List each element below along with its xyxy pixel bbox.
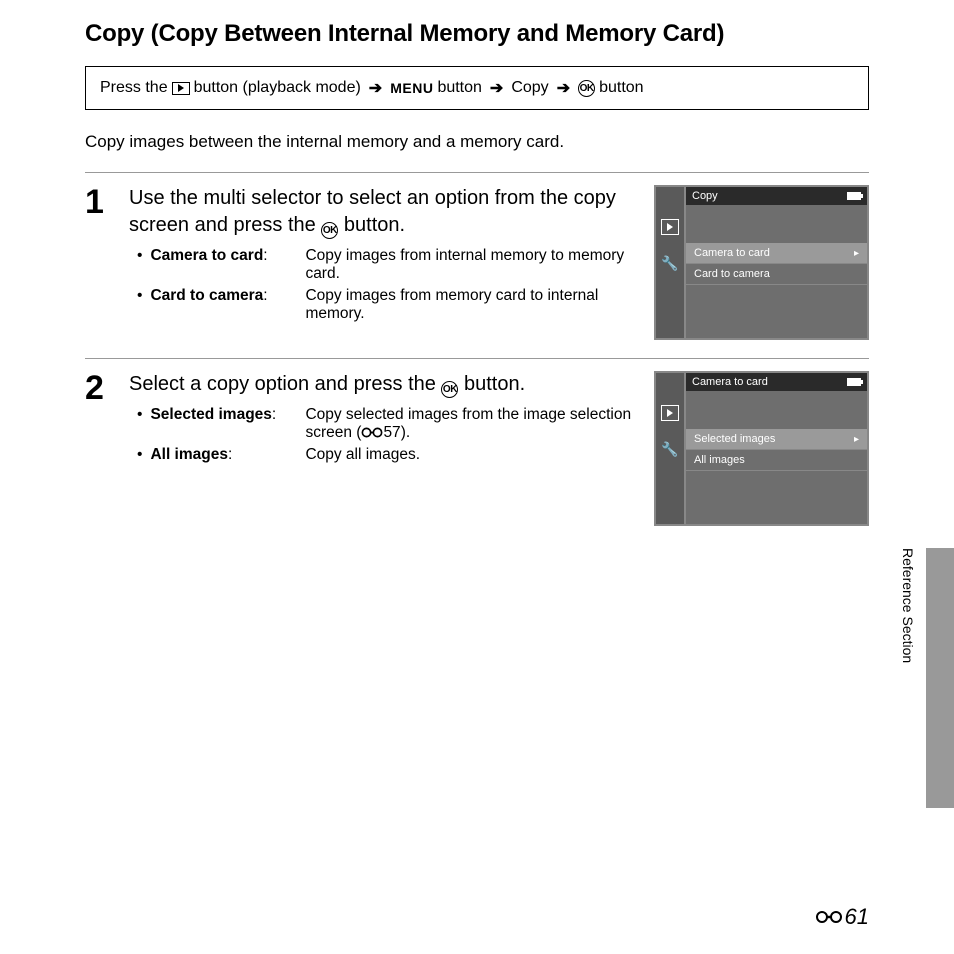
option-desc: Copy selected images from the image sele… — [305, 406, 631, 441]
ok-icon: OK — [321, 222, 338, 239]
option-desc: Copy images from memory card to internal… — [305, 287, 598, 322]
nav-text: button (playback mode) — [194, 79, 361, 97]
option-desc: Copy all images. — [305, 446, 420, 463]
option-ref: 57 — [383, 424, 400, 441]
step-block: 1 Use the multi selector to select an op… — [85, 172, 869, 358]
step-number: 2 — [85, 371, 109, 405]
step-title-text: Select a copy option and press the — [129, 373, 441, 395]
playback-mode-icon — [661, 405, 679, 421]
list-item: All images: Copy all images. — [137, 446, 634, 464]
option-label: Card to camera — [150, 287, 263, 305]
option-label: All images — [150, 446, 228, 464]
screen-menu-item: Camera to card ▸ — [686, 243, 867, 264]
link-icon — [815, 910, 843, 924]
list-item: Selected images: Copy selected images fr… — [137, 406, 634, 442]
navigation-path-box: Press the button (playback mode) ➔ MENU … — [85, 66, 869, 110]
screen-item-label: Selected images — [694, 433, 775, 445]
page-title: Copy (Copy Between Internal Memory and M… — [85, 20, 869, 48]
screen-header: Copy — [686, 187, 867, 205]
screen-menu-item: Card to camera — [686, 264, 867, 285]
screen-item-label: Card to camera — [694, 268, 770, 280]
screen-menu-item: Selected images ▸ — [686, 429, 867, 450]
wrench-icon: 🔧 — [661, 255, 679, 271]
screen-sidebar: 🔧 — [656, 373, 684, 524]
step-title: Select a copy option and press the OK bu… — [129, 371, 634, 398]
arrow-icon: ➔ — [369, 78, 382, 98]
page-number-text: 61 — [845, 904, 869, 930]
step-title-text: button. — [458, 373, 525, 395]
arrow-icon: ➔ — [557, 78, 570, 98]
wrench-icon: 🔧 — [661, 441, 679, 457]
section-label: Reference Section — [900, 548, 916, 663]
playback-mode-icon — [661, 219, 679, 235]
screen-header: Camera to card — [686, 373, 867, 391]
intro-text: Copy images between the internal memory … — [85, 132, 869, 152]
chevron-right-icon: ▸ — [854, 248, 859, 259]
page-number: 61 — [815, 904, 869, 930]
link-icon — [361, 427, 383, 438]
screen-menu-item: All images — [686, 450, 867, 471]
step-title-text: button. — [338, 214, 405, 236]
list-item: Card to camera: Copy images from memory … — [137, 287, 634, 323]
section-tab — [926, 548, 954, 808]
camera-screen: 🔧 Copy Camera to card ▸ Card to camera — [654, 185, 869, 340]
nav-text: Copy — [511, 79, 548, 97]
screen-header-text: Camera to card — [692, 376, 768, 388]
step-block: 2 Select a copy option and press the OK … — [85, 358, 869, 544]
option-desc: ). — [401, 424, 410, 441]
nav-text: button — [437, 79, 481, 97]
screen-item-label: Camera to card — [694, 247, 770, 259]
playback-icon — [172, 82, 190, 95]
battery-icon — [847, 378, 861, 386]
option-desc: Copy images from internal memory to memo… — [305, 247, 624, 282]
nav-text: Press the — [100, 79, 168, 97]
screen-header-text: Copy — [692, 190, 718, 202]
screen-item-label: All images — [694, 454, 745, 466]
screen-sidebar: 🔧 — [656, 187, 684, 338]
ok-icon: OK — [578, 80, 595, 97]
arrow-icon: ➔ — [490, 78, 503, 98]
step-number: 1 — [85, 185, 109, 219]
chevron-right-icon: ▸ — [854, 434, 859, 445]
battery-icon — [847, 192, 861, 200]
ok-icon: OK — [441, 381, 458, 398]
nav-text: button — [599, 79, 643, 97]
menu-label: MENU — [390, 80, 433, 96]
camera-screen: 🔧 Camera to card Selected images ▸ All i… — [654, 371, 869, 526]
option-label: Camera to card — [150, 247, 263, 265]
option-label: Selected images — [150, 406, 271, 424]
list-item: Camera to card: Copy images from interna… — [137, 247, 634, 283]
step-title: Use the multi selector to select an opti… — [129, 185, 634, 239]
